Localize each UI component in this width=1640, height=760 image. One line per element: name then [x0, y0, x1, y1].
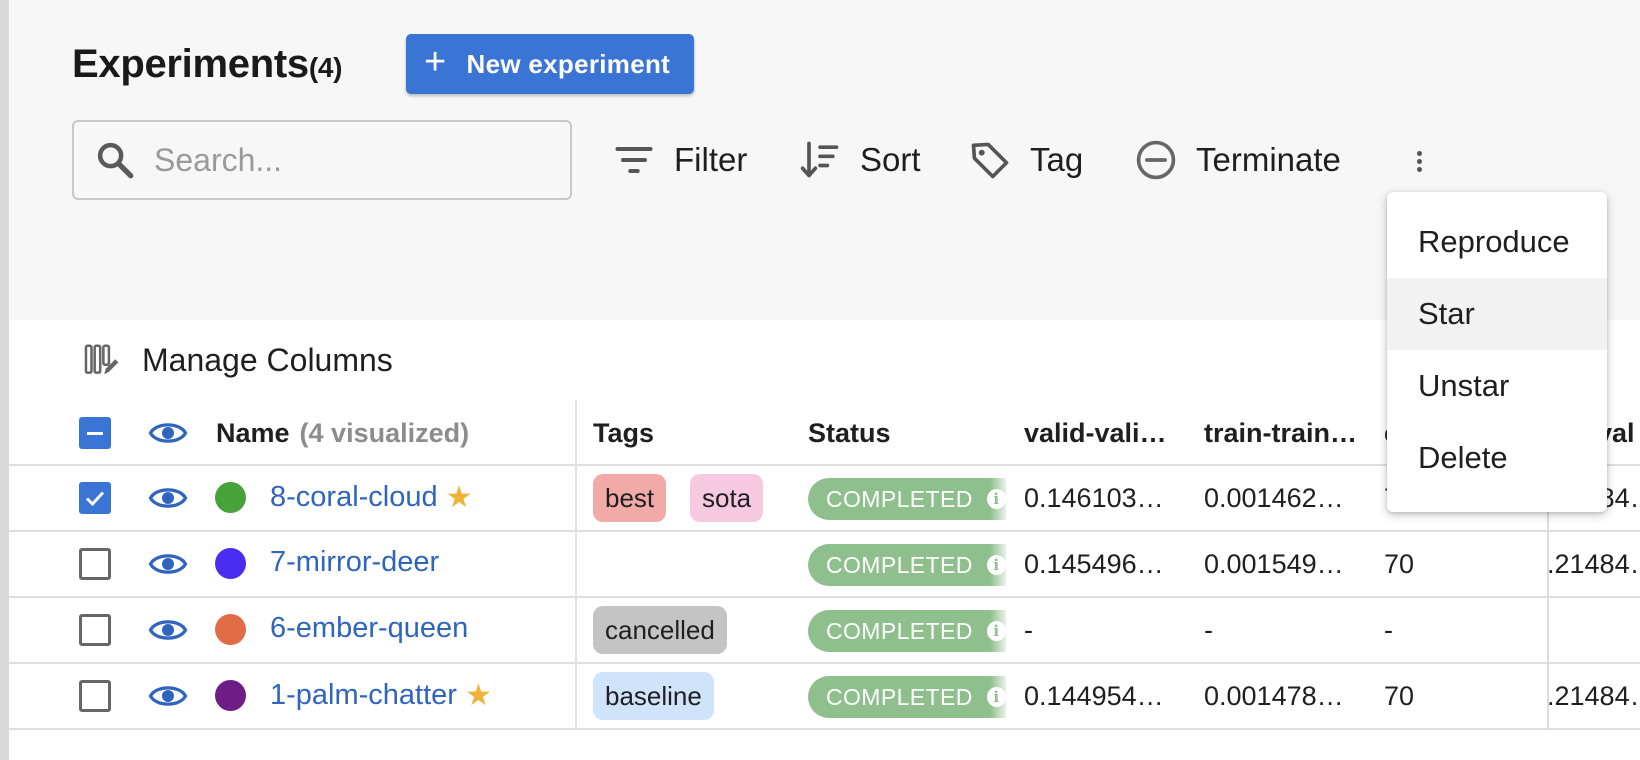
- star-icon[interactable]: ★: [446, 480, 473, 515]
- menu-item-unstar[interactable]: Unstar: [1387, 350, 1607, 422]
- experiment-name: 8-coral-cloud: [270, 481, 438, 513]
- checkmark-icon: [85, 491, 105, 507]
- menu-item-delete[interactable]: Delete: [1387, 422, 1607, 494]
- experiments-page: Experiments(4) + New experiment Filter S…: [0, 0, 1640, 760]
- experiment-name-link[interactable]: 7-mirror-deer: [270, 546, 439, 579]
- experiment-name: 6-ember-queen: [270, 612, 469, 644]
- manage-columns-label: Manage Columns: [142, 341, 393, 378]
- terminate-icon: [1136, 140, 1176, 180]
- metric-cell: 70: [1384, 681, 1415, 711]
- metric-cell: 0.146103…: [1024, 483, 1164, 513]
- visibility-all-eye-icon[interactable]: [148, 413, 188, 453]
- run-color-dot[interactable]: [215, 614, 246, 645]
- status-text: COMPLETED: [826, 551, 973, 578]
- column-header-name-label: Name: [216, 417, 290, 448]
- row-divider: [9, 662, 1640, 664]
- more-actions-kebab-icon[interactable]: [1400, 142, 1438, 180]
- filter-button[interactable]: Filter: [612, 130, 747, 190]
- metric-cell: .21484…: [1547, 549, 1640, 579]
- status-badge[interactable]: COMPLETED i: [808, 610, 1006, 652]
- column-header-status[interactable]: Status: [808, 404, 891, 462]
- experiment-name: 1-palm-chatter: [270, 679, 457, 711]
- new-experiment-label: New experiment: [466, 48, 671, 79]
- manage-columns-icon: [84, 344, 119, 375]
- manage-columns-button[interactable]: Manage Columns: [82, 338, 393, 382]
- visibility-eye-icon[interactable]: [148, 544, 188, 584]
- row-divider: [9, 596, 1640, 598]
- metric-cell: -: [1204, 615, 1213, 645]
- menu-item-reproduce[interactable]: Reproduce: [1387, 206, 1607, 278]
- metric-cell: 0.001549…: [1204, 549, 1344, 579]
- sort-button[interactable]: Sort: [798, 130, 921, 190]
- tag-button[interactable]: Tag: [968, 130, 1083, 190]
- filter-icon: [615, 146, 653, 174]
- row-checkbox[interactable]: [79, 548, 111, 580]
- visibility-eye-icon[interactable]: [148, 676, 188, 716]
- metric-cell: 0.001478…: [1204, 681, 1344, 711]
- more-actions-menu: Reproduce Star Unstar Delete: [1387, 192, 1607, 512]
- status-badge[interactable]: COMPLETED i: [808, 544, 1006, 586]
- row-checkbox[interactable]: [79, 482, 111, 514]
- select-all-checkbox[interactable]: [79, 417, 111, 449]
- metric-cell: -: [1384, 615, 1393, 645]
- row-divider: [9, 530, 1640, 532]
- row-checkbox[interactable]: [79, 680, 111, 712]
- run-color-dot[interactable]: [215, 482, 246, 513]
- column-header-train-metric[interactable]: train-train…: [1204, 404, 1357, 462]
- visibility-eye-icon[interactable]: [148, 478, 188, 518]
- run-color-dot[interactable]: [215, 680, 246, 711]
- sort-icon: [800, 141, 839, 178]
- status-text: COMPLETED: [826, 617, 973, 644]
- experiment-name-link[interactable]: 8-coral-cloud ★: [270, 480, 473, 515]
- column-header-valid-metric[interactable]: valid-vali…: [1024, 404, 1167, 462]
- tag-label: Tag: [1030, 141, 1084, 178]
- tag-chip[interactable]: best: [593, 474, 667, 522]
- metric-cell: 0.145496…: [1024, 549, 1164, 579]
- row-divider: [9, 728, 1640, 730]
- metric-cell: -: [1024, 615, 1033, 645]
- tag-chip[interactable]: cancelled: [593, 606, 727, 654]
- status-text: COMPLETED: [826, 485, 973, 512]
- experiment-name: 7-mirror-deer: [270, 546, 440, 578]
- status-badge[interactable]: COMPLETED i: [808, 676, 1006, 718]
- experiment-count: (4): [308, 52, 343, 83]
- star-icon[interactable]: ★: [465, 678, 492, 713]
- search-input[interactable]: [154, 141, 534, 179]
- status-text: COMPLETED: [826, 683, 973, 710]
- new-experiment-button[interactable]: + New experiment: [406, 34, 694, 94]
- terminate-button[interactable]: Terminate: [1134, 130, 1341, 190]
- metric-cell: .21484…: [1547, 681, 1640, 711]
- experiment-name-link[interactable]: 6-ember-queen: [270, 612, 468, 645]
- info-icon[interactable]: i: [986, 621, 1006, 641]
- column-header-name[interactable]: Name (4 visualized): [216, 404, 469, 462]
- metric-cell: 0.001462…: [1204, 483, 1344, 513]
- page-title: Experiments(4): [72, 42, 342, 87]
- name-column-divider[interactable]: [575, 400, 577, 730]
- tag-chip[interactable]: sota: [690, 474, 764, 522]
- metric-cell: 70: [1384, 549, 1415, 579]
- status-badge[interactable]: COMPLETED i: [808, 478, 1006, 520]
- row-checkbox[interactable]: [79, 614, 111, 646]
- experiment-name-link[interactable]: 1-palm-chatter ★: [270, 678, 492, 713]
- search-icon: [97, 142, 134, 179]
- menu-item-star[interactable]: Star: [1387, 278, 1607, 350]
- info-icon[interactable]: i: [986, 489, 1006, 509]
- sort-label: Sort: [860, 141, 921, 178]
- left-edge-border: [0, 0, 9, 760]
- plus-icon: +: [424, 41, 447, 83]
- info-icon[interactable]: i: [986, 555, 1006, 575]
- column-header-tags[interactable]: Tags: [593, 404, 654, 462]
- metric-cell: 0.144954…: [1024, 681, 1164, 711]
- tag-icon: [971, 142, 1009, 179]
- terminate-label: Terminate: [1196, 141, 1341, 178]
- filter-label: Filter: [674, 141, 748, 178]
- run-color-dot[interactable]: [215, 548, 246, 579]
- info-icon[interactable]: i: [986, 687, 1006, 707]
- tag-chip[interactable]: baseline: [593, 672, 714, 720]
- page-title-text: Experiments: [72, 42, 309, 86]
- visualized-count: (4 visualized): [299, 417, 470, 448]
- search-box[interactable]: [72, 120, 572, 200]
- visibility-eye-icon[interactable]: [148, 610, 188, 650]
